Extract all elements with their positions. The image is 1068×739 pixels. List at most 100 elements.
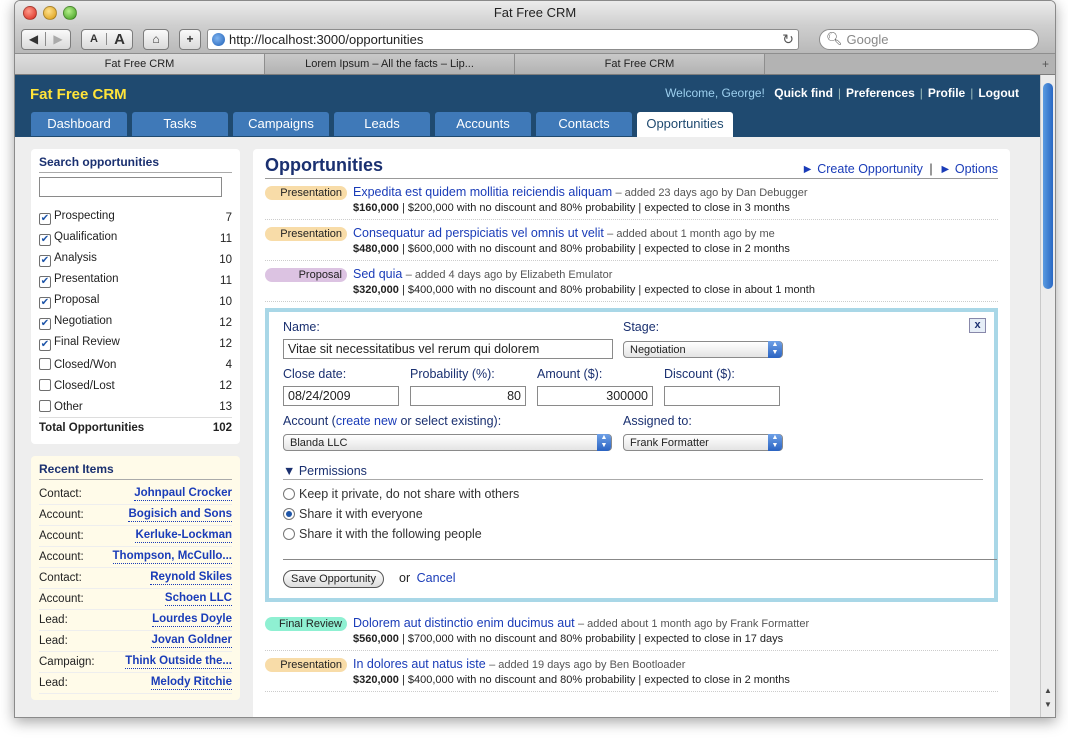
tab-leads[interactable]: Leads xyxy=(334,112,430,136)
filter-item[interactable]: ✔ Final Review xyxy=(39,336,120,351)
browser-tab-2[interactable]: Lorem Ipsum – All the facts – Lip... xyxy=(265,54,515,74)
checkbox-checked-icon[interactable]: ✔ xyxy=(39,255,51,267)
browser-tab-3[interactable]: Fat Free CRM xyxy=(515,54,765,74)
perm-people-radio[interactable]: Share it with the following people xyxy=(283,527,482,541)
checkbox-checked-icon[interactable]: ✔ xyxy=(39,234,51,246)
zoom-window-button[interactable] xyxy=(63,6,77,20)
text-bigger-button[interactable]: A xyxy=(107,31,132,48)
checkbox-checked-icon[interactable]: ✔ xyxy=(39,318,51,330)
vertical-scrollbar[interactable]: ▲ ▼ xyxy=(1040,75,1055,717)
address-bar[interactable]: http://localhost:3000/opportunities ↻ xyxy=(207,28,799,50)
checkbox-checked-icon[interactable]: ✔ xyxy=(39,297,51,309)
close-window-button[interactable] xyxy=(23,6,37,20)
logout-link[interactable]: Logout xyxy=(978,86,1019,100)
minimize-window-button[interactable] xyxy=(43,6,57,20)
recent-item-link[interactable]: Reynold Skiles xyxy=(150,571,232,585)
profile-link[interactable]: Profile xyxy=(928,86,965,100)
filter-row[interactable]: ✔ Presentation 11 xyxy=(39,270,232,291)
perm-everyone-radio[interactable]: Share it with everyone xyxy=(283,507,423,521)
checkbox-icon[interactable] xyxy=(39,379,51,391)
tab-contacts[interactable]: Contacts xyxy=(536,112,632,136)
tab-dashboard[interactable]: Dashboard xyxy=(31,112,127,136)
create-opportunity-link[interactable]: ► Create Opportunity xyxy=(801,162,922,176)
preferences-link[interactable]: Preferences xyxy=(846,86,915,100)
filter-item[interactable]: ✔ Prospecting xyxy=(39,210,115,225)
recent-item-link[interactable]: Bogisich and Sons xyxy=(128,508,232,522)
forward-icon[interactable]: ▶ xyxy=(46,32,70,46)
text-smaller-button[interactable]: A xyxy=(82,33,108,45)
tab-accounts[interactable]: Accounts xyxy=(435,112,531,136)
create-account-link[interactable]: create new xyxy=(336,414,397,428)
perm-private-radio[interactable]: Keep it private, do not share with other… xyxy=(283,487,519,501)
filter-row[interactable]: Closed/Won 4 xyxy=(39,354,232,375)
checkbox-checked-icon[interactable]: ✔ xyxy=(39,213,51,225)
checkbox-checked-icon[interactable]: ✔ xyxy=(39,276,51,288)
assigned-select[interactable]: Frank Formatter ▲ ▼ xyxy=(623,434,783,451)
scroll-down-icon[interactable]: ▼ xyxy=(1044,700,1052,709)
recent-item-link[interactable]: Melody Ritchie xyxy=(150,676,232,690)
filter-item[interactable]: Closed/Lost xyxy=(39,379,115,392)
filter-row[interactable]: Other 13 xyxy=(39,396,232,417)
add-bookmark-button[interactable]: + xyxy=(179,28,201,50)
filter-row[interactable]: ✔ Negotiation 12 xyxy=(39,312,232,333)
new-tab-icon[interactable]: + xyxy=(765,54,1055,74)
assigned-value: Frank Formatter xyxy=(630,437,709,449)
filter-item[interactable]: Closed/Won xyxy=(39,358,116,371)
opportunity-meta: – added 19 days ago by Ben Bootloader xyxy=(489,659,686,671)
browser-tab-1[interactable]: Fat Free CRM xyxy=(15,54,265,74)
scroll-up-icon[interactable]: ▲ xyxy=(1044,686,1052,695)
recent-item-link[interactable]: Thompson, McCullo... xyxy=(112,550,232,564)
opportunity-weighted-amount: $480,000 xyxy=(353,243,399,255)
account-select[interactable]: Blanda LLC ▲ ▼ xyxy=(283,434,612,451)
filter-item[interactable]: ✔ Negotiation xyxy=(39,315,112,330)
close-date-input[interactable]: 08/24/2009 xyxy=(283,386,399,406)
filter-item[interactable]: ✔ Presentation xyxy=(39,273,119,288)
filter-item[interactable]: ✔ Qualification xyxy=(39,231,117,246)
checkbox-icon[interactable] xyxy=(39,358,51,370)
filter-row[interactable]: ✔ Proposal 10 xyxy=(39,291,232,312)
probability-input[interactable]: 80 xyxy=(410,386,526,406)
opportunity-name-link[interactable]: Consequatur ad perspiciatis vel omnis ut… xyxy=(353,226,604,240)
name-input[interactable]: Vitae sit necessitatibus vel rerum qui d… xyxy=(283,339,613,359)
filter-row[interactable]: ✔ Prospecting 7 xyxy=(39,207,232,228)
tab-campaigns[interactable]: Campaigns xyxy=(233,112,329,136)
search-field[interactable]: 🔍︎ Google xyxy=(819,28,1039,50)
recent-item-link[interactable]: Schoen LLC xyxy=(164,592,232,606)
opportunity-name-link[interactable]: Expedita est quidem mollitia reiciendis … xyxy=(353,185,612,199)
filter-row[interactable]: ✔ Final Review 12 xyxy=(39,333,232,354)
opportunity-name-link[interactable]: Sed quia xyxy=(353,267,402,281)
cancel-link[interactable]: Cancel xyxy=(417,571,456,585)
opportunity-line2: $320,000 | $400,000 with no discount and… xyxy=(353,674,790,686)
options-link[interactable]: ► Options xyxy=(939,162,998,176)
app-logo[interactable]: Fat Free CRM xyxy=(30,86,127,103)
back-icon[interactable]: ◀ xyxy=(22,32,47,46)
search-opportunities-input[interactable] xyxy=(39,177,222,197)
filter-item[interactable]: Other xyxy=(39,400,83,413)
recent-item-link[interactable]: Johnpaul Crocker xyxy=(134,487,232,501)
tab-opportunities[interactable]: Opportunities xyxy=(637,112,733,137)
home-icon[interactable]: ⌂ xyxy=(143,28,169,50)
filter-row[interactable]: Closed/Lost 12 xyxy=(39,375,232,396)
close-form-button[interactable]: x xyxy=(969,318,986,333)
recent-item-link[interactable]: Kerluke-Lockman xyxy=(135,529,232,543)
recent-item-link[interactable]: Jovan Goldner xyxy=(151,634,232,648)
save-opportunity-button[interactable]: Save Opportunity xyxy=(283,570,384,588)
filter-row[interactable]: ✔ Analysis 10 xyxy=(39,249,232,270)
discount-input[interactable] xyxy=(664,386,780,406)
filter-item[interactable]: ✔ Proposal xyxy=(39,294,99,309)
recent-item-link[interactable]: Think Outside the... xyxy=(125,655,232,669)
reload-icon[interactable]: ↻ xyxy=(782,31,794,48)
checkbox-checked-icon[interactable]: ✔ xyxy=(39,339,51,351)
recent-item-link[interactable]: Lourdes Doyle xyxy=(152,613,232,627)
quick-find-link[interactable]: Quick find xyxy=(774,86,833,100)
opportunity-name-link[interactable]: Dolorem aut distinctio enim ducimus aut xyxy=(353,616,575,630)
filter-row[interactable]: ✔ Qualification 11 xyxy=(39,228,232,249)
filter-item[interactable]: ✔ Analysis xyxy=(39,252,97,267)
scrollbar-thumb[interactable] xyxy=(1043,83,1053,289)
checkbox-icon[interactable] xyxy=(39,400,51,412)
amount-input[interactable]: 300000 xyxy=(537,386,653,406)
tab-tasks[interactable]: Tasks xyxy=(132,112,228,136)
opportunity-name-link[interactable]: In dolores aut natus iste xyxy=(353,657,486,671)
stage-select[interactable]: Negotiation ▲ ▼ xyxy=(623,341,783,358)
permissions-toggle[interactable]: ▼ Permissions xyxy=(283,464,983,480)
